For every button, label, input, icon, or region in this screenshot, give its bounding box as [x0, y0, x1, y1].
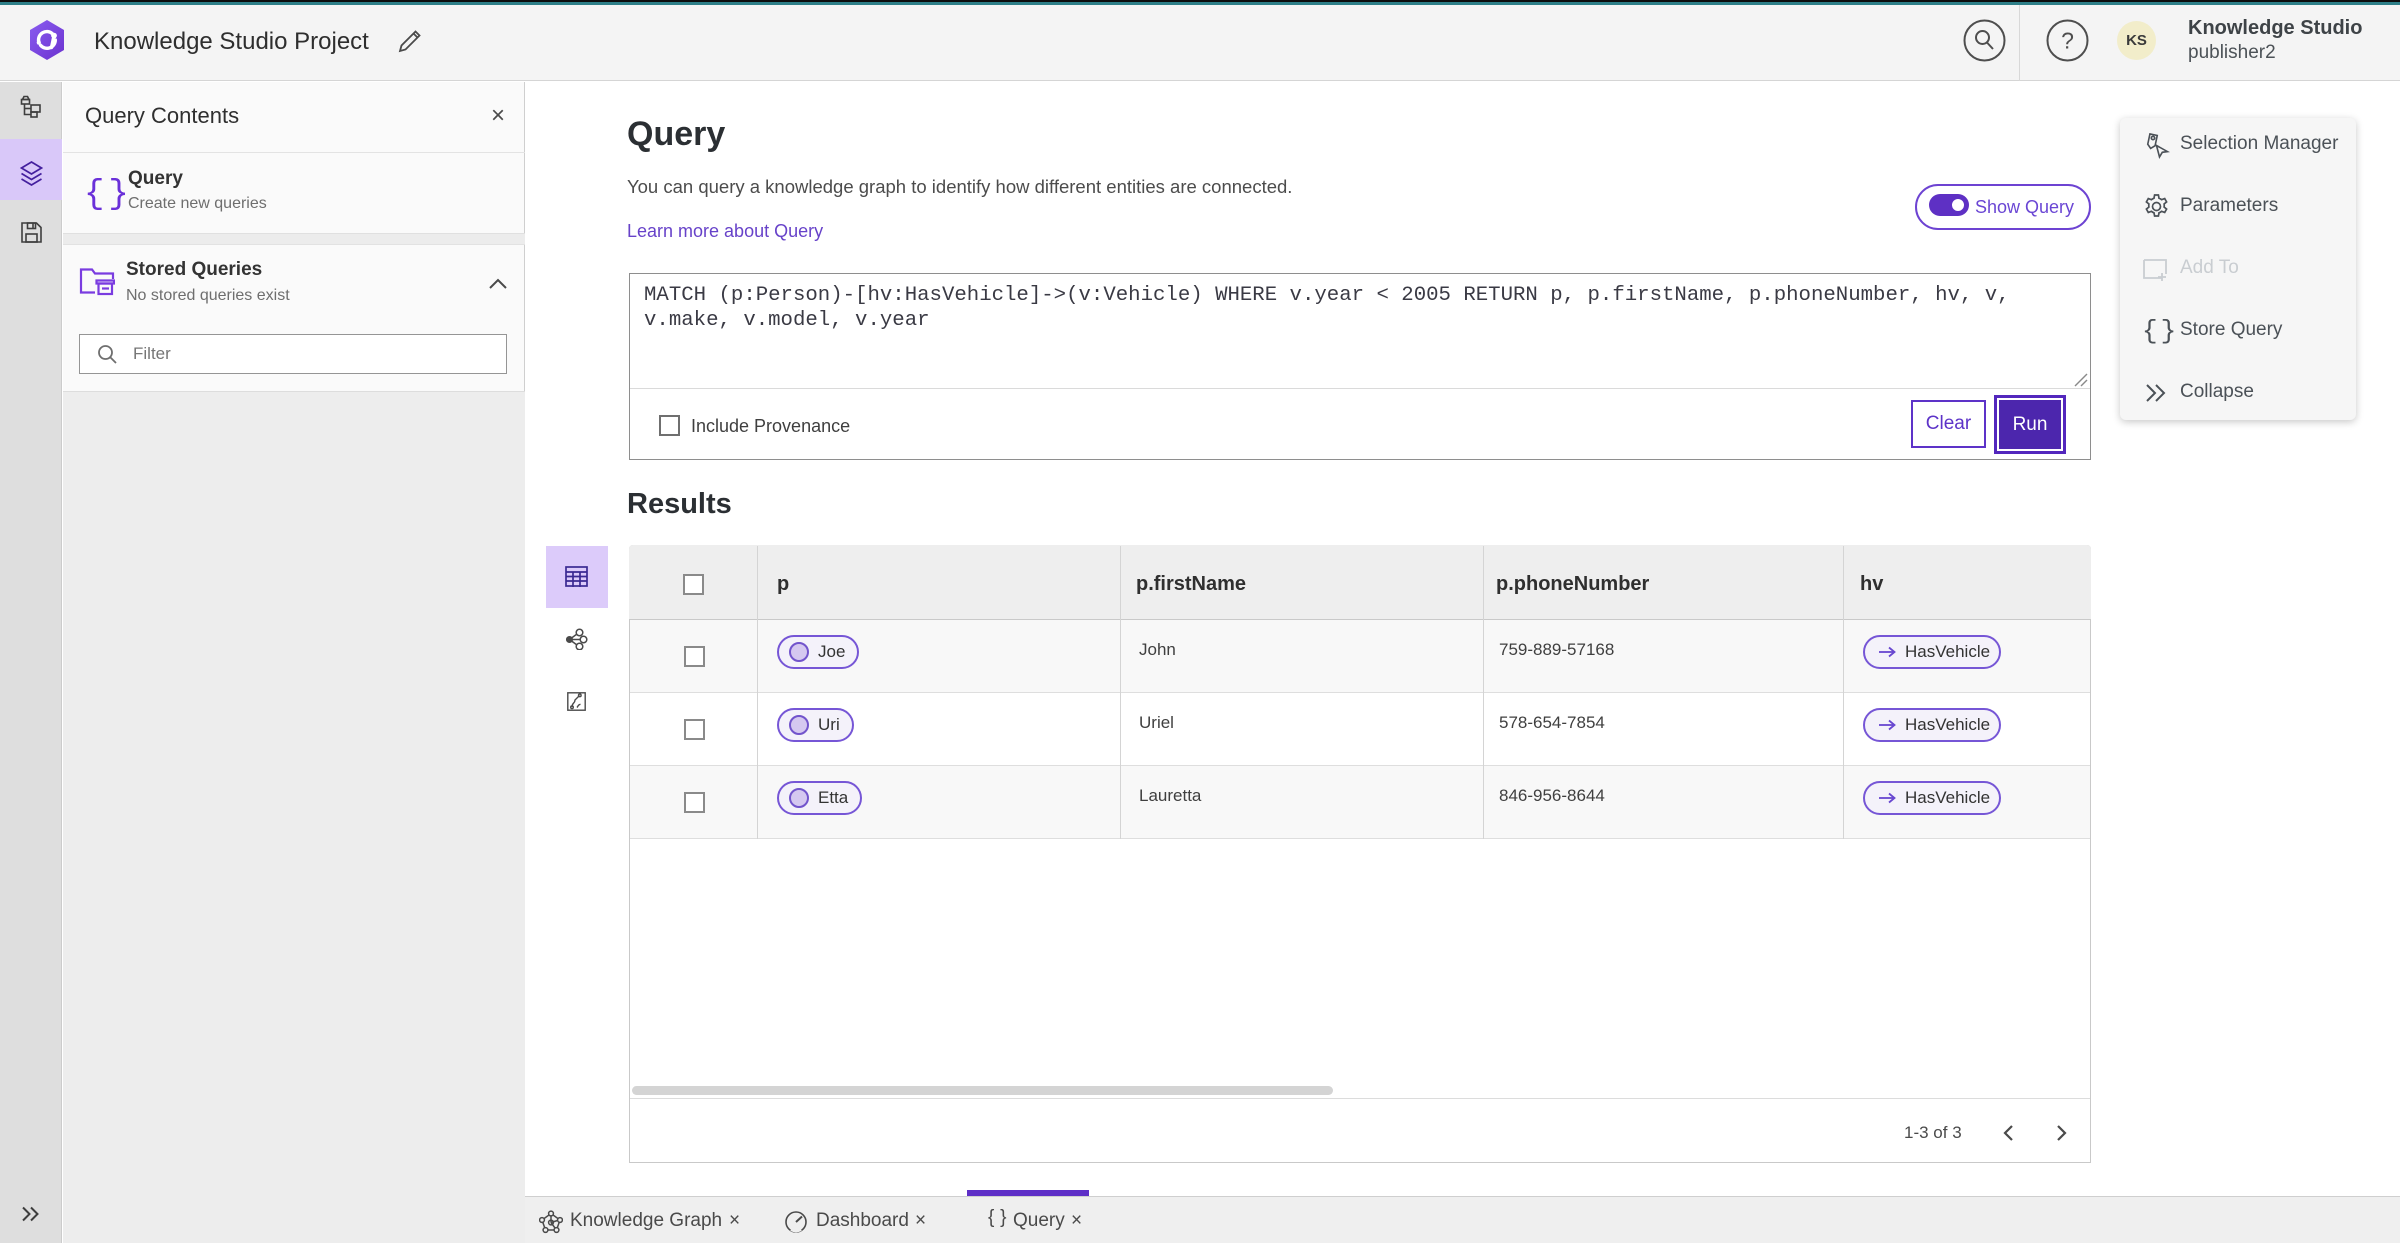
svg-text:?: ?: [2061, 28, 2074, 54]
